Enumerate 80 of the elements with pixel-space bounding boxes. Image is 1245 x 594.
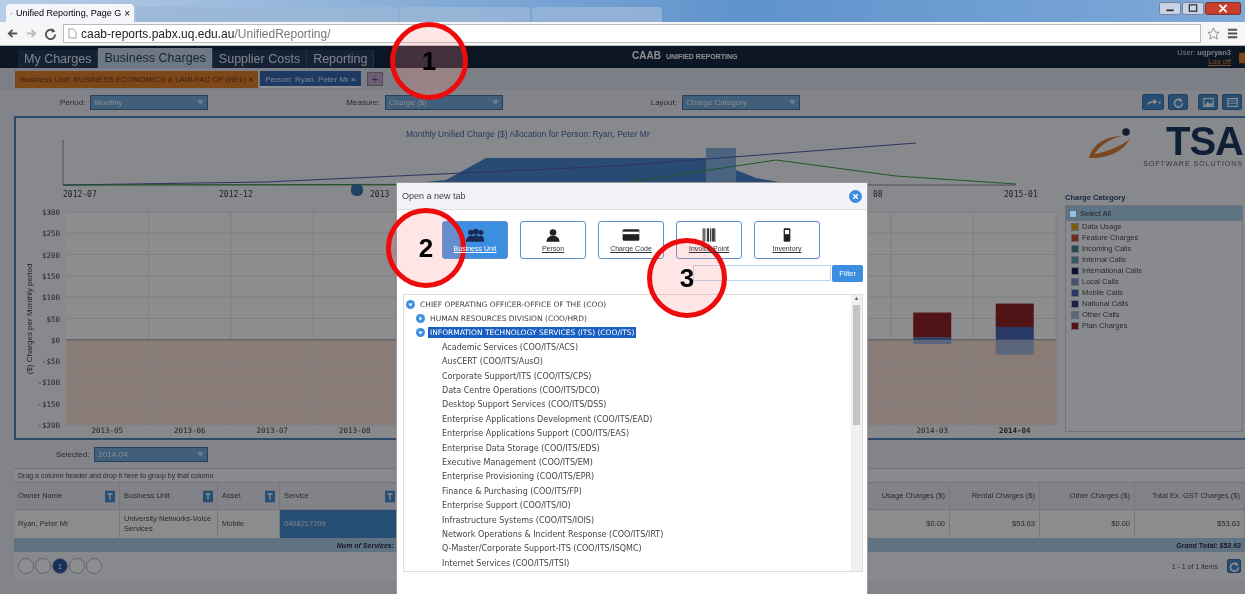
timeline-label: 2012-07: [63, 190, 97, 199]
range-handle[interactable]: [351, 184, 363, 196]
image-icon: [1202, 96, 1214, 108]
app-logo: CAAB: [632, 50, 661, 61]
callout-number: 1: [390, 22, 468, 100]
tile-icon[interactable]: [1239, 52, 1245, 64]
tree-item[interactable]: Data Centre Operations (COO/ITS/DCO): [440, 385, 602, 397]
filter-label: Measure:: [346, 97, 380, 107]
tree-item[interactable]: Q-Master/Corporate Support-ITS (COO/ITS/ISQMC): [440, 543, 644, 555]
caret-icon: [197, 451, 205, 457]
filter-icon[interactable]: [203, 489, 213, 503]
forward-icon[interactable]: [25, 27, 38, 40]
nav-tab[interactable]: My Charges: [18, 50, 99, 68]
collapse-icon[interactable]: [416, 328, 425, 338]
back-icon[interactable]: [6, 27, 19, 40]
tree-item[interactable]: Finance & Purchasing (COO/ITS/FP): [440, 485, 584, 497]
filter-field[interactable]: [693, 265, 832, 281]
nav-tab[interactable]: Business Charges: [98, 48, 213, 68]
close-tab-button[interactable]: ×: [124, 7, 130, 19]
star-icon[interactable]: [1207, 27, 1220, 40]
tree-item[interactable]: Academic Services (COO/ITS/ACS): [440, 341, 580, 353]
timeline-label: 2015-01: [1004, 190, 1038, 199]
tree-item[interactable]: Enterprise Applications Development (COO/ITS/EAD): [440, 413, 655, 425]
caret-icon: [788, 99, 796, 105]
last-page-icon[interactable]: [86, 558, 102, 574]
caret-icon: [197, 99, 205, 105]
tree-item[interactable]: Desktop Support Services (COO/ITS/DSS): [440, 399, 609, 411]
first-page-icon[interactable]: [18, 558, 34, 574]
tree-item[interactable]: Corporate Support/ITS (COO/ITS/CPS): [440, 370, 594, 382]
timeline-label: 2012-12: [219, 190, 253, 199]
chart-view-button[interactable]: [1198, 94, 1218, 110]
person-icon: [543, 228, 563, 242]
filter-icon[interactable]: [265, 489, 275, 503]
tree-item[interactable]: Enterprise Data Storage (COO/ITS/EDS): [440, 442, 602, 454]
previous-page-icon[interactable]: [35, 558, 51, 574]
maximize-icon[interactable]: [1182, 2, 1204, 15]
add-tab-button[interactable]: +: [366, 72, 383, 86]
close-icon[interactable]: [1205, 2, 1241, 15]
nav-tab[interactable]: Reporting: [307, 50, 375, 68]
tree-item[interactable]: Enterprise Applications Support (COO/ITS/EAS): [440, 428, 631, 440]
next-page-icon[interactable]: [69, 558, 85, 574]
tree-item[interactable]: Executive Management (COO/ITS/EM): [440, 457, 595, 468]
dialog-title: Open a new tab: [402, 191, 466, 201]
filter-icon[interactable]: [105, 489, 115, 503]
browser-tab[interactable]: Unified Reporting, Page G ×: [6, 4, 134, 22]
timeline-label: 08: [873, 190, 883, 199]
address-field[interactable]: caab-reports.pabx.uq.edu.au/UnifiedReporting/: [63, 24, 1201, 43]
y-axis-title: ($) Charges per Monthly period: [25, 263, 34, 375]
tree-item[interactable]: Infrastructure Systems (COO/ITS/IOIS): [440, 514, 597, 526]
close-tab-button[interactable]: ×: [351, 74, 356, 84]
reload-icon[interactable]: [44, 27, 57, 40]
table-view-button[interactable]: [1222, 94, 1242, 110]
minimize-icon[interactable]: [1159, 2, 1181, 15]
expand-icon[interactable]: [416, 314, 425, 324]
filter-icon[interactable]: [385, 489, 395, 503]
tree-item[interactable]: Enterprise Provisioning (COO/ITS/EPR): [440, 471, 597, 483]
refresh-icon: [1172, 96, 1184, 108]
refresh-button[interactable]: [1168, 94, 1188, 110]
tree-item[interactable]: Enterprise Support (COO/ITS/IO): [440, 500, 573, 512]
tree-item[interactable]: AusCERT (COO/ITS/AusO): [440, 356, 545, 368]
refresh-icon: [1228, 560, 1240, 572]
card-icon: [621, 228, 641, 242]
menu-icon[interactable]: [1226, 27, 1239, 40]
share-icon: [1144, 96, 1162, 108]
tree-item[interactable]: Network Operations & Incident Response (COO/ITS/IRT): [440, 528, 666, 540]
nav-tab[interactable]: Supplier Costs: [212, 50, 308, 68]
people-icon: [465, 228, 485, 242]
open-tab[interactable]: Person: Ryan, Peter Mr ×: [260, 70, 361, 88]
brand-name: TSA: [1166, 122, 1243, 160]
share-button[interactable]: [1142, 94, 1164, 110]
filter-label: Layout:: [650, 97, 677, 107]
tree-item[interactable]: Internet Services (COO/ITS/ITSI): [440, 557, 572, 569]
refresh-button[interactable]: [1227, 559, 1241, 573]
page-icon: [68, 28, 77, 39]
chart-title: Monthly Unified Charge ($) Allocation for Person: Ryan, Peter Mr: [406, 129, 650, 139]
collapse-icon[interactable]: [406, 299, 415, 309]
selected-label: Selected:: [56, 449, 90, 459]
table-icon: [1226, 96, 1238, 108]
timeline-label: 2013: [370, 190, 390, 199]
filter-label: Period:: [60, 97, 86, 107]
